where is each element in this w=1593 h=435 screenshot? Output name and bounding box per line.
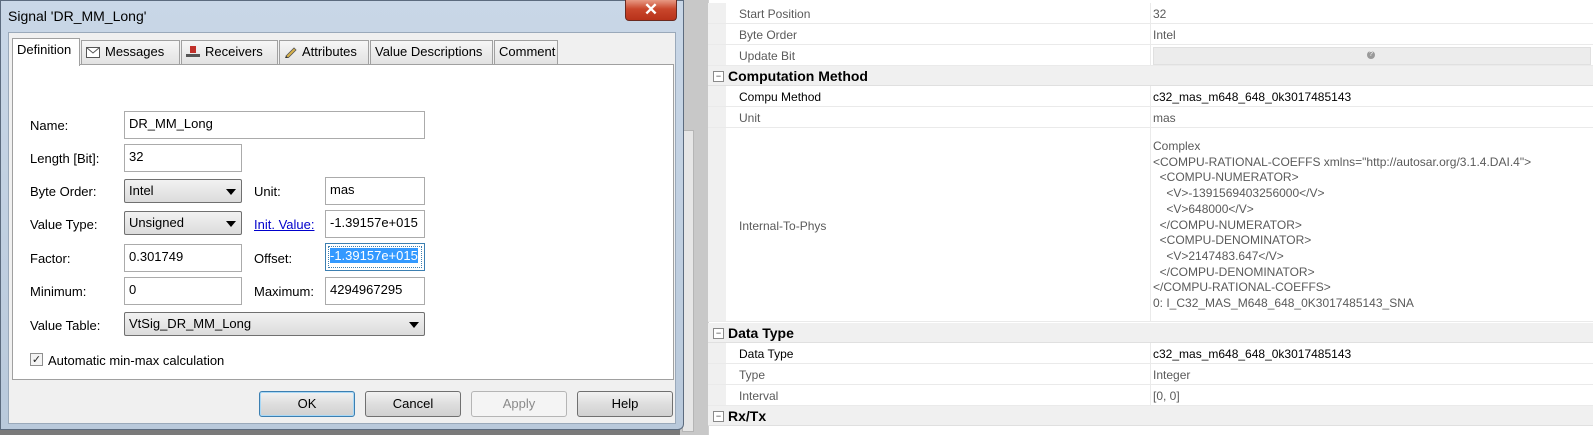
name-label: Name: [30, 118, 69, 133]
grid-row-unit[interactable]: Unit mas [708, 107, 1593, 128]
grid-row-compu-method[interactable]: Compu Method c32_mas_m648_648_0k30174851… [708, 86, 1593, 107]
select-value: VtSig_DR_MM_Long [129, 316, 252, 331]
category-title: Rx/Tx [728, 408, 767, 424]
update-bit-value[interactable]: ? [1153, 47, 1591, 65]
grid-row-type[interactable]: Type Integer [708, 364, 1593, 385]
grid-key: Compu Method [739, 90, 822, 104]
chevron-down-icon [226, 189, 236, 195]
minimum-field[interactable]: 0 [124, 277, 242, 305]
grid-key: Update Bit [739, 49, 796, 63]
grid-key: Data Type [739, 347, 794, 361]
length-field[interactable]: 32 [124, 144, 242, 172]
dialog-title: Signal 'DR_MM_Long' [8, 8, 147, 24]
chevron-down-icon [226, 221, 236, 227]
length-label: Length [Bit]: [30, 151, 100, 166]
grid-key: Byte Order [739, 28, 798, 42]
auto-minmax-label: Automatic min-max calculation [48, 353, 225, 368]
grid-row-update-bit[interactable]: Update Bit ? [708, 45, 1593, 66]
grid-value: Intel [1153, 28, 1176, 42]
selected-text: -1.39157e+015 [330, 248, 418, 263]
grid-key: Unit [739, 111, 761, 125]
checkmark-icon: ✓ [31, 354, 42, 366]
factor-field[interactable]: 0.301749 [124, 244, 242, 272]
grid-row-byte-order[interactable]: Byte Order Intel [708, 24, 1593, 45]
tab-label: Attributes [302, 44, 357, 59]
maximum-field[interactable]: 4294967295 [325, 277, 425, 305]
tab-value-descriptions[interactable]: Value Descriptions [370, 40, 493, 64]
grid-value: [0, 0] [1153, 389, 1180, 403]
grid-row-data-type[interactable]: Data Type c32_mas_m648_648_0k3017485143 [708, 343, 1593, 364]
unit-field[interactable]: mas [325, 177, 425, 205]
value-type-label: Value Type: [30, 217, 98, 232]
offset-label: Offset: [254, 251, 293, 266]
tab-receivers[interactable]: Receivers [181, 40, 278, 64]
minimum-label: Minimum: [30, 284, 87, 299]
value-type-select[interactable]: Unsigned [124, 211, 242, 235]
tab-messages[interactable]: Messages [81, 40, 180, 64]
tab-label: Comment [499, 44, 556, 59]
factor-label: Factor: [30, 251, 71, 266]
category-data-type[interactable]: − Data Type [708, 323, 1593, 343]
grid-key: Internal-To-Phys [739, 219, 827, 233]
byte-order-select[interactable]: Intel [124, 179, 242, 203]
collapse-icon[interactable]: − [713, 71, 724, 82]
init-value-field[interactable]: -1.39157e+015 [325, 210, 425, 238]
select-value: Intel [129, 183, 154, 198]
grid-key: Interval [739, 389, 779, 403]
category-title: Computation Method [728, 68, 868, 84]
grid-key: Type [739, 368, 766, 382]
init-value-link[interactable]: Init. Value: [254, 217, 314, 232]
grid-row-internal-to-phys[interactable]: Internal-To-Phys Complex <COMPU-RATIONAL… [708, 128, 1593, 322]
grid-value: c32_mas_m648_648_0k3017485143 [1153, 90, 1352, 104]
help-button[interactable]: Help [577, 391, 673, 417]
collapse-icon[interactable]: − [713, 411, 724, 422]
question-icon: ? [1367, 51, 1375, 59]
grid-row-start-position[interactable]: Start Position 32 [708, 3, 1593, 24]
byte-order-label: Byte Order: [30, 184, 97, 199]
tab-comment[interactable]: Comment [494, 40, 558, 64]
tab-label: Messages [105, 44, 165, 59]
grid-value: Integer [1153, 368, 1191, 382]
chevron-down-icon [409, 322, 419, 328]
grid-row-interval[interactable]: Interval [0, 0] [708, 385, 1593, 406]
category-rx-tx[interactable]: − Rx/Tx [708, 406, 1593, 426]
category-computation-method[interactable]: − Computation Method [708, 66, 1593, 86]
ok-button[interactable]: OK [259, 391, 355, 417]
grid-key: Start Position [739, 7, 811, 21]
select-value: Unsigned [129, 215, 184, 230]
value-table-label: Value Table: [30, 318, 101, 333]
tab-label: Receivers [205, 44, 263, 59]
value-table-select[interactable]: VtSig_DR_MM_Long [124, 312, 425, 336]
grid-value: c32_mas_m648_648_0k3017485143 [1153, 347, 1352, 361]
name-field[interactable]: DR_MM_Long [124, 111, 425, 139]
close-icon: ✕ [643, 0, 659, 19]
tab-label: Value Descriptions [375, 44, 483, 59]
tab-label: Definition [17, 42, 72, 57]
background-scrollbar [680, 0, 708, 435]
maximum-label: Maximum: [254, 284, 314, 299]
envelope-icon [86, 46, 100, 61]
pencil-icon [284, 45, 297, 61]
collapse-icon[interactable]: − [713, 328, 724, 339]
grid-value: 32 [1153, 7, 1167, 21]
cancel-button[interactable]: Cancel [365, 391, 461, 417]
offset-field[interactable]: -1.39157e+015 [325, 243, 425, 271]
tab-definition[interactable]: Definition [12, 38, 80, 66]
close-button[interactable]: ✕ [625, 0, 677, 21]
category-title: Data Type [728, 325, 794, 341]
unit-label: Unit: [254, 184, 281, 199]
apply-button[interactable]: Apply [471, 391, 567, 417]
receiver-icon [186, 46, 200, 61]
grid-value-multiline: Complex <COMPU-RATIONAL-COEFFS xmlns="ht… [1153, 139, 1532, 311]
tab-attributes[interactable]: Attributes [279, 40, 369, 64]
auto-minmax-checkbox[interactable]: ✓ [30, 353, 43, 366]
grid-value: mas [1153, 111, 1176, 125]
